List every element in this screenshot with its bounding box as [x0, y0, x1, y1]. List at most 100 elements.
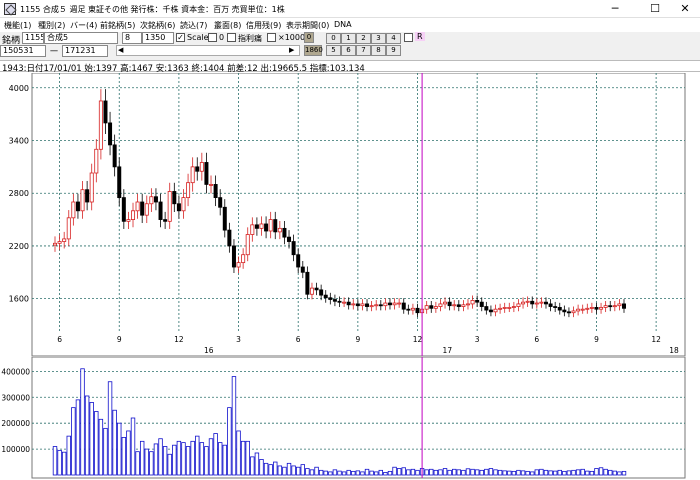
menu-margin[interactable]: 信用残(9) — [246, 20, 281, 31]
candle-body — [346, 301, 351, 306]
candle-body — [135, 201, 140, 212]
menu-next-stock[interactable]: 次銘柄(6) — [140, 20, 175, 31]
volume-bar — [612, 470, 618, 476]
volume-bar — [429, 468, 434, 476]
volume-bar — [543, 469, 549, 476]
price-tick-label: 4000 — [9, 84, 29, 93]
year-label: 17 — [443, 346, 453, 355]
candle-body — [176, 203, 181, 212]
scale-checkbox[interactable]: ✓ — [176, 33, 185, 42]
candle-body — [158, 201, 163, 220]
period-b-input[interactable]: 1350 — [142, 32, 174, 44]
candle-body — [241, 254, 246, 264]
volume-bar — [185, 446, 191, 476]
candle-body — [140, 201, 145, 216]
volume-bar — [181, 442, 186, 476]
volume-bar — [608, 469, 613, 476]
candle-body — [374, 304, 379, 307]
volume-tick-label: 200000 — [1, 419, 30, 428]
close-button[interactable]: ✕ — [668, 0, 700, 18]
digit-3-button[interactable]: 3 — [371, 33, 386, 44]
candle-body — [264, 223, 269, 232]
volume-bar — [282, 466, 287, 476]
candle-body — [452, 304, 457, 307]
volume-bar — [75, 399, 81, 476]
menu-type[interactable]: 種別(2) — [38, 20, 65, 31]
volume-bar — [594, 468, 599, 476]
menu-bar: 機能(1) 種別(2) バー(4) 前銘柄(5) 次銘柄(6) 読込(7) 叢面… — [0, 18, 700, 32]
from-date-select[interactable]: 150531 — [0, 45, 46, 57]
stock-name-input[interactable]: 合成5 — [44, 32, 118, 44]
digit-8-button[interactable]: 8 — [371, 45, 386, 56]
volume-bar — [158, 438, 163, 476]
volume-bar — [176, 440, 182, 476]
year-button[interactable]: 1860 — [304, 45, 323, 56]
volume-bar — [621, 470, 627, 476]
volume-bar — [309, 469, 315, 476]
candle-body — [153, 196, 158, 203]
margin-checkbox[interactable] — [227, 33, 236, 42]
menu-period[interactable]: 表示期間(0) — [286, 20, 329, 31]
volume-bar — [548, 470, 553, 476]
volume-bar — [57, 449, 62, 476]
volume-chart[interactable]: 400000 300000 200000 100000 — [0, 357, 700, 479]
digit-0-button[interactable]: 0 — [326, 33, 341, 44]
zero-checkbox[interactable] — [208, 33, 217, 42]
digit-2-button[interactable]: 2 — [356, 33, 371, 44]
volume-bar — [511, 470, 517, 476]
candle-body — [53, 242, 58, 246]
volume-bar — [273, 461, 278, 476]
candle-body — [525, 300, 530, 303]
candle-body — [465, 303, 470, 306]
code-input[interactable]: 1155 — [22, 32, 44, 44]
candle-body — [121, 197, 126, 222]
digit-5-button[interactable]: 5 — [326, 45, 341, 56]
digit-9-button[interactable]: 9 — [386, 45, 401, 56]
candle-body — [622, 303, 627, 309]
volume-bar — [392, 466, 397, 476]
volume-bar — [89, 402, 94, 476]
minimize-button[interactable]: ─ — [598, 0, 632, 18]
menu-prev-stock[interactable]: 前銘柄(5) — [100, 20, 135, 31]
digit-4-button[interactable]: 4 — [386, 33, 401, 44]
scroll-left-arrow[interactable]: ◀ — [118, 46, 123, 54]
volume-bar — [300, 464, 305, 476]
volume-bar — [378, 469, 383, 476]
digit-6-button[interactable]: 6 — [341, 45, 356, 56]
candle-body — [209, 184, 214, 186]
digit-7-button[interactable]: 7 — [356, 45, 371, 56]
volume-bar — [80, 368, 85, 476]
menu-bar-type[interactable]: バー(4) — [70, 20, 97, 31]
volume-bar — [199, 442, 205, 476]
menu-screen[interactable]: 叢面(8) — [214, 20, 241, 31]
volume-bar — [222, 444, 227, 476]
volume-bar — [112, 409, 117, 476]
volume-bar — [369, 470, 374, 476]
candle-body — [603, 305, 608, 308]
x-tick-label: 6 — [57, 335, 62, 344]
period-a-input[interactable]: 8 — [122, 32, 142, 44]
scroll-right-arrow[interactable]: ▶ — [289, 46, 294, 54]
maximize-button[interactable]: ☐ — [638, 0, 672, 18]
price-chart[interactable]: 4000 3400 2800 2200 1600 6 9 12 3 6 9 12 3 6 9 12 16 17 18 — [0, 73, 700, 357]
volume-bar — [520, 470, 526, 476]
menu-function[interactable]: 機能(1) — [4, 20, 31, 31]
x1000-checkbox[interactable] — [267, 33, 276, 42]
menu-dna[interactable]: DNA — [334, 20, 352, 29]
zero-label: 0 — [219, 33, 225, 42]
digit-1-button[interactable]: 1 — [341, 33, 356, 44]
volume-bar — [323, 470, 328, 476]
candle-body — [250, 224, 255, 235]
menu-load[interactable]: 読込(7) — [180, 20, 207, 31]
volume-bar — [585, 470, 590, 476]
r-checkbox[interactable] — [404, 33, 413, 42]
volume-bar — [314, 466, 319, 476]
o-button[interactable]: 0 — [304, 32, 314, 43]
candle-body — [576, 308, 581, 312]
volume-bar — [493, 469, 498, 476]
period-scrollbar[interactable]: ◀ ▶ — [116, 45, 300, 56]
to-date-select[interactable]: 171231 — [62, 45, 108, 57]
volume-bar — [66, 435, 71, 476]
candle-body — [144, 203, 149, 216]
x-tick-label: 3 — [475, 335, 480, 344]
